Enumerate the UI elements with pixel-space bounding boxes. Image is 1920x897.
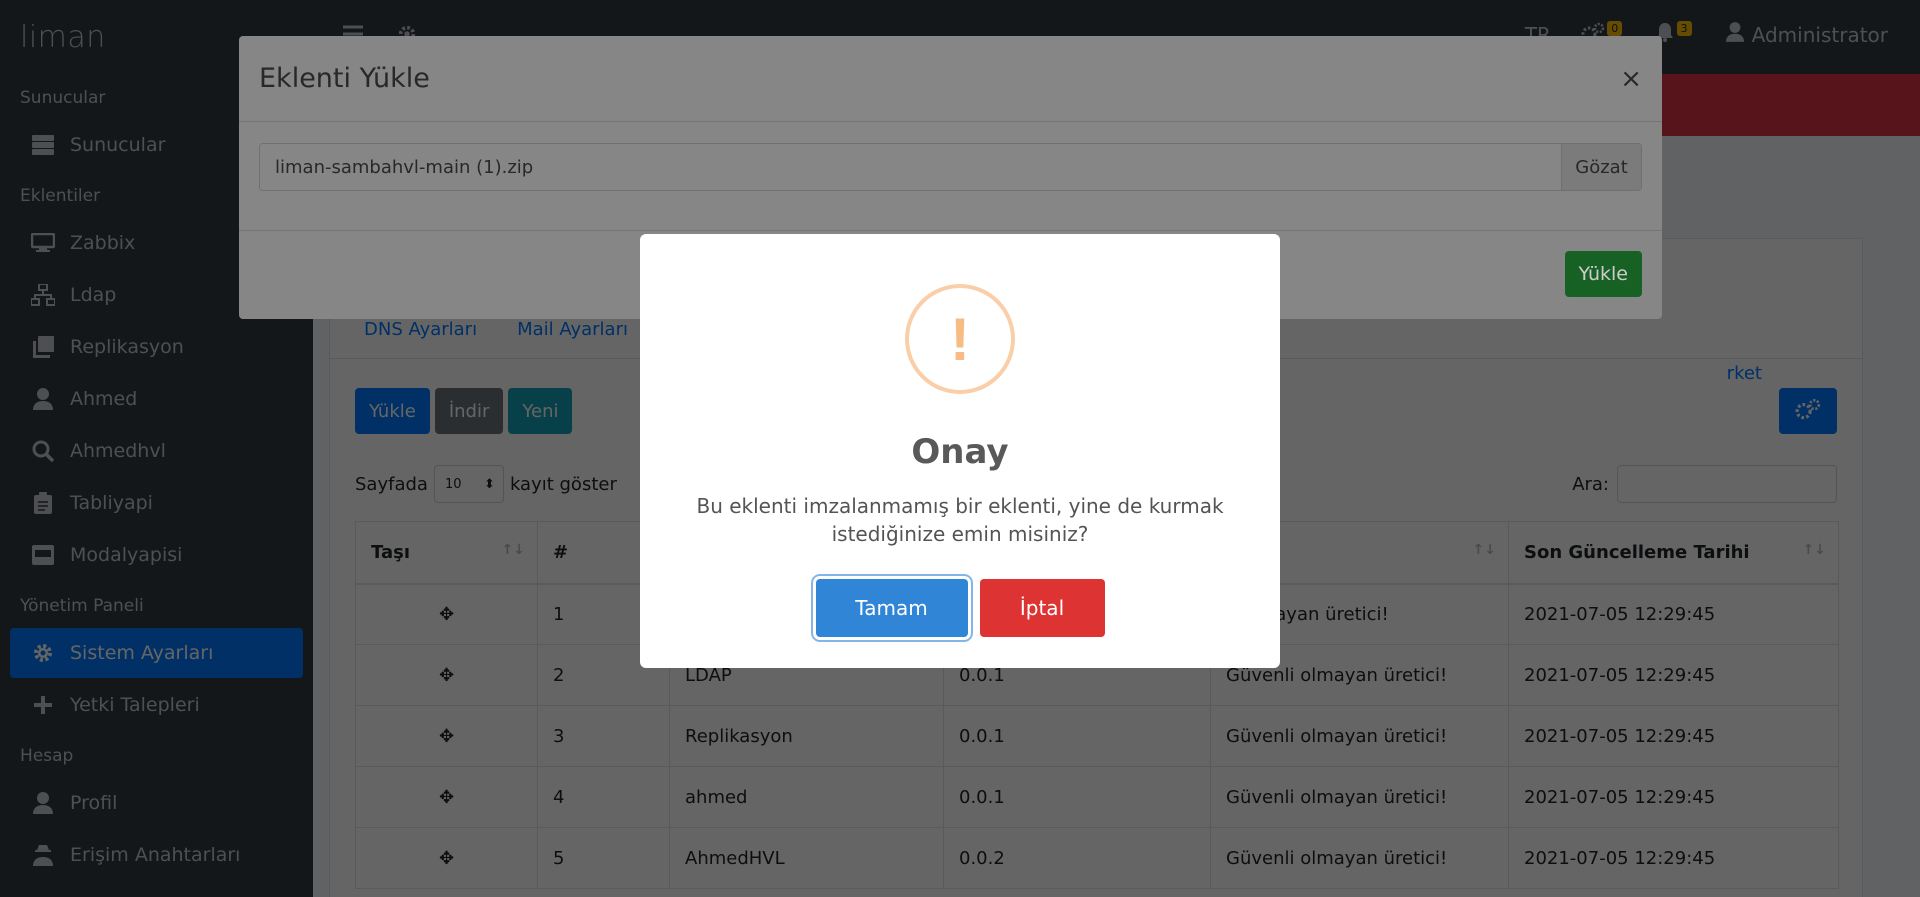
dialog-title: Onay [911,432,1009,472]
confirm-dialog: ! Onay Bu eklenti imzalanmamış bir eklen… [640,234,1280,668]
dialog-text: Bu eklenti imzalanmamış bir eklenti, yin… [696,494,1224,546]
warning-icon: ! [905,284,1015,394]
cancel-button[interactable]: İptal [979,579,1105,637]
confirm-button[interactable]: Tamam [815,579,968,637]
